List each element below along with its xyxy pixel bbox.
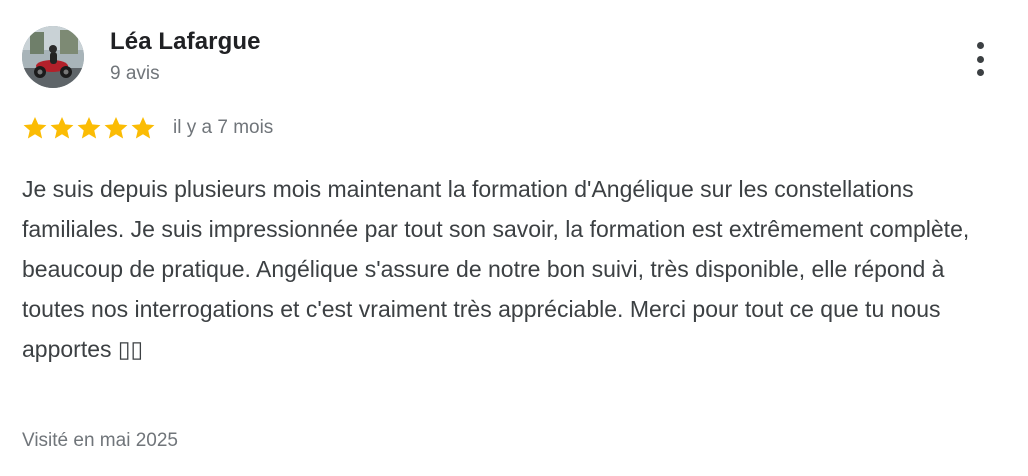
review-text: Je suis depuis plusieurs mois maintenant… <box>22 176 970 362</box>
star-icon <box>50 116 74 139</box>
more-options-button[interactable] <box>964 38 996 80</box>
author-name[interactable]: Léa Lafargue <box>110 28 261 56</box>
review-card: Léa Lafargue 9 avis il y a 7 mois Je sui… <box>0 0 1028 476</box>
star-icon <box>77 116 101 139</box>
author-avatar[interactable] <box>22 26 84 88</box>
star-rating <box>22 115 157 141</box>
star-icon <box>23 116 47 139</box>
star-icon <box>131 116 155 139</box>
more-vertical-icon <box>976 42 984 49</box>
star-icon <box>104 116 128 139</box>
more-vertical-icon-dot <box>976 69 984 76</box>
author-review-count: 9 avis <box>110 63 160 84</box>
more-vertical-icon-dot <box>976 55 984 63</box>
visit-date: Visité en mai 2025 <box>22 430 178 451</box>
rating-row: il y a 7 mois <box>22 114 273 142</box>
review-date: il y a 7 mois <box>173 117 274 138</box>
